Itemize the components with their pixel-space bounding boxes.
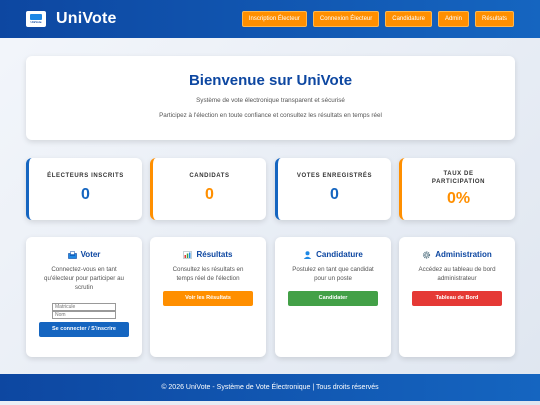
feature-title-text: Candidature (316, 250, 363, 259)
feature-title: Résultats (150, 250, 266, 259)
stat-label: TAUX DE PARTICIPATION (431, 171, 486, 185)
gear-icon (422, 250, 431, 259)
welcome-subtitle: Système de vote électronique transparent… (196, 97, 345, 104)
feature-title: Candidature (275, 250, 391, 259)
stat-votes-enregistres: VOTES ENREGISTRÉS 0 (275, 158, 391, 220)
feature-desc: Accédez au tableau de bord administrateu… (418, 266, 496, 282)
feature-card-voter: Voter Connectez-vous en tant qu'électeur… (26, 237, 142, 357)
stat-taux-participation: TAUX DE PARTICIPATION 0% (399, 158, 515, 220)
feature-card-candidature: Candidature Postulez en tant que candida… (275, 237, 391, 357)
nom-input[interactable] (52, 311, 116, 319)
feature-desc: Connectez-vous en tant qu'électeur pour … (44, 266, 124, 291)
stat-value: 0 (330, 186, 339, 203)
brand-name[interactable]: UniVote (56, 10, 117, 28)
univote-logo[interactable]: UniVote (26, 11, 46, 27)
candidater-button[interactable]: Candidater (288, 291, 378, 306)
nav-resultats[interactable]: Résultats (474, 11, 514, 27)
nav-inscription-electeur[interactable]: Inscription Électeur (241, 11, 307, 27)
nav-connexion-electeur[interactable]: Connexion Électeur (312, 11, 380, 27)
stat-electeurs-inscrits: ÉLECTEURS INSCRITS 0 (26, 158, 142, 220)
view-results-button[interactable]: Voir les Résultats (163, 291, 253, 306)
footer: © 2026 UniVote - Système de Vote Électro… (0, 374, 540, 401)
dashboard-button[interactable]: Tableau de Bord (412, 291, 502, 306)
feature-title-text: Administration (435, 250, 492, 259)
logo-text: UniVote (30, 20, 42, 24)
stat-value: 0% (446, 190, 471, 207)
bar-chart-icon (183, 250, 193, 259)
stat-label: VOTES ENREGISTRÉS (296, 173, 373, 179)
feature-card-administration: Administration Accédez au tableau de bor… (399, 237, 515, 357)
welcome-card: Bienvenue sur UniVote Système de vote él… (26, 56, 515, 140)
feature-card-resultats: Résultats Consultez les résultats en tem… (150, 237, 266, 357)
stat-value: 0 (81, 186, 90, 203)
stat-label: CANDIDATS (189, 173, 230, 179)
feature-title-text: Résultats (196, 250, 233, 259)
welcome-title: Bienvenue sur UniVote (188, 72, 353, 89)
nav-menu: Inscription Électeur Connexion Électeur … (241, 11, 514, 27)
top-navbar: UniVote UniVote Inscription Électeur Con… (0, 0, 540, 38)
feature-title-text: Voter (80, 250, 101, 259)
feature-desc: Consultez les résultats en temps réel de… (172, 266, 244, 282)
login-register-button[interactable]: Se connecter / S'inscrire (39, 322, 129, 337)
feature-title: Voter (26, 250, 142, 259)
ballot-box-icon (67, 250, 77, 259)
user-icon (303, 250, 312, 259)
nav-admin[interactable]: Admin (437, 11, 469, 27)
matricule-input[interactable] (52, 303, 116, 311)
nav-candidature[interactable]: Candidature (385, 11, 432, 27)
stat-label: ÉLECTEURS INSCRITS (47, 173, 124, 179)
feature-title: Administration (399, 250, 515, 259)
stat-candidats: CANDIDATS 0 (150, 158, 266, 220)
stat-value: 0 (205, 186, 214, 203)
feature-desc: Postulez en tant que candidat pour un po… (292, 266, 374, 282)
welcome-lead: Participez à l'élection en toute confian… (159, 112, 382, 119)
